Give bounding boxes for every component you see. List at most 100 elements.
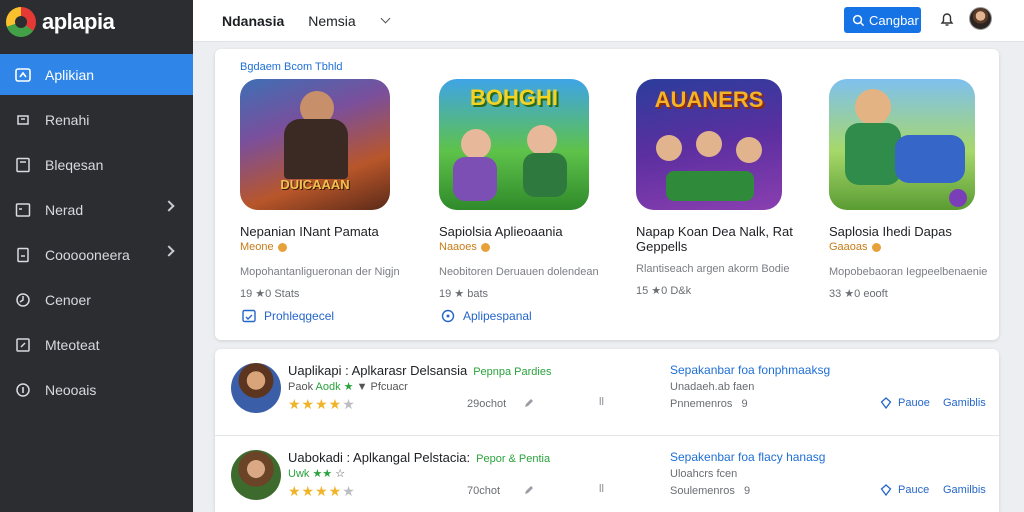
row-title: Uabokadi : Aplkangal Pelstacia: Pepor & P… [288,450,550,465]
app-name: Saplosia Ihedi Dapas [829,224,952,239]
row-meta: Uloahcrs fcen [670,468,738,480]
row-meta-2-label: Pnnemenros [670,398,733,410]
star-rating: ★★★★★ [288,483,356,499]
row-secondary-button[interactable]: Gamilbis [943,484,986,496]
row-meta-2: Pnnemenros 9 [670,398,748,410]
row-link[interactable]: Sepakanbar foa fonphmaaksg [670,363,830,377]
info-icon [15,382,31,398]
app-avatar [231,450,281,500]
sidebar-item-nerad[interactable]: Nerad [0,189,193,230]
sidebar-item-bleqesan[interactable]: Bleqesan [0,144,193,185]
edit-icon [15,337,31,353]
app-artwork-text: BOHGHI [470,85,558,110]
row-sub-rest: ▼ Pfcuacr [356,381,408,393]
brand-name: aplapia [42,9,115,34]
brand[interactable]: aplapia [0,0,193,44]
sidebar-item-label: Bleqesan [45,156,104,173]
app-desc: Neobitoren Deruauen dolendean [439,266,599,278]
list-item[interactable]: Uabokadi : Aplkangal Pelstacia: Pepor & P… [215,435,999,512]
row-meta-2-label: Soulemenros [670,485,735,497]
sidebar-item-mteoteat[interactable]: Mteoteat [0,324,193,365]
sidebar-item-label: Renahi [45,111,90,128]
sidebar-item-neooais[interactable]: Neooais [0,369,193,410]
app-card[interactable]: Saplosia Ihedi Dapas Gaaoas Mopobebaoran… [829,79,999,300]
app-desc: Mopobebaoran Iegpeelbenaenie [829,266,988,278]
row-title-text: Uaplikapi : Aplkarasr Delsansia [288,363,468,378]
row-subtitle: Uwk ★★ ☆ [288,467,345,480]
sidebar: aplapia Aplikian Renahi Bleqesan Nerad C… [0,0,193,512]
chevron-right-icon[interactable] [163,200,175,212]
row-action-button[interactable]: Pauce [880,484,929,496]
page-icon [15,157,31,173]
app-rating-label: Naaoes [439,241,477,253]
row-separator: ll [599,396,604,408]
app-window-icon [242,309,256,323]
box-icon [15,202,31,218]
coin-icon [277,242,287,252]
featured-link-1[interactable]: Prohleqgecel [242,309,334,323]
row-count: 70chot [467,485,501,497]
chevron-down-icon [380,13,391,24]
row-sub-rest: ☆ [335,468,346,480]
sidebar-item-label: Nerad [45,201,84,218]
row-title: Uaplikapi : Aplkarasr Delsansia Pepnpa Pa… [288,363,551,378]
sidebar-item-cenoer[interactable]: Cenoer [0,279,193,320]
app-artwork: BOHGHI [439,79,589,210]
app-rating: Gaaoas [829,241,999,253]
row-action-button[interactable]: Pauoe [880,397,930,409]
row-secondary-button[interactable]: Gamiblis [943,397,986,409]
row-link[interactable]: Sepakenbar foa flacy hanasg [670,450,825,464]
row-sub-prefix: Paok [288,381,314,393]
row-meta-2: Soulemenros 9 [670,485,750,497]
row-meta-2-num: 9 [744,485,751,497]
apps-icon [15,67,31,83]
row-subtitle: Paok Aodk ★ ▼ Pfcuacr [288,380,408,393]
app-stats: 19 ★ bats [439,288,489,300]
app-card[interactable]: BOHGHI Sapiolsia Aplieoaania Naaoes Neob… [439,79,609,300]
app-desc: Mopohantanligueronan der Nigjn [240,266,400,278]
shield-icon [880,484,892,496]
app-rating: Meone [240,241,410,253]
row-sub-green: Uwk ★★ [288,468,333,480]
bell-icon[interactable] [938,10,956,28]
chevron-right-icon[interactable] [163,245,175,257]
app-card[interactable]: DUICAAAN Nepanian INant Pamata Meone Mop… [240,79,410,300]
coin-icon [871,242,881,252]
avatar[interactable] [969,7,992,30]
region-select[interactable]: Nemsia [308,12,391,29]
star-rating: ★★★★★ [288,396,356,412]
row-meta-2-num: 9 [741,398,748,410]
app-artwork [829,79,975,210]
app-name: Sapiolsia Aplieoaania [439,224,563,239]
row-count: 29ochot [467,398,507,410]
app-artwork-text: AUANERS [654,87,764,112]
search-button[interactable]: Cangbar [844,7,921,33]
sidebar-item-label: Aplikian [45,66,95,83]
app-card[interactable]: AUANERS Napap Koan Dea Nalk, Rat Geppell… [636,79,806,297]
featured-title: Bgdaem Bcom Tbhld [240,61,343,73]
pencil-icon[interactable] [523,397,535,409]
sidebar-item-renahi[interactable]: Renahi [0,99,193,140]
document-icon [15,247,31,263]
app-stats: 19 ★0 Stats [240,288,300,300]
sidebar-item-aplikian[interactable]: Aplikian [0,54,193,95]
pencil-icon[interactable] [523,484,535,496]
featured-link-2[interactable]: Aplipespanal [441,309,532,323]
app-rating-label: Gaaoas [829,241,868,253]
region-select-value: Nemsia [308,12,356,29]
app-name: Nepanian INant Pamata [240,224,379,239]
app-stats: 15 ★0 D&k [636,285,692,297]
shield-icon [880,397,892,409]
featured-section: Bgdaem Bcom Tbhld DUICAAAN Nepanian INan… [215,49,999,340]
app-stats: 33 ★0 eooft [829,288,888,300]
row-title-text: Uabokadi : Aplkangal Pelstacia: [288,450,471,465]
list-item[interactable]: Uaplikapi : Aplkarasr Delsansia Pepnpa Pa… [215,349,999,433]
row-action-label: Pauoe [898,397,930,409]
app-artwork-text: DUICAAAN [280,177,350,192]
featured-link-2-label: Aplipespanal [463,309,532,323]
app-artwork: AUANERS [636,79,782,210]
brand-logo-icon [6,7,36,37]
row-tag: Pepor & Pentia [476,453,551,465]
featured-link-1-label: Prohleqgecel [264,309,335,323]
sidebar-item-coooooneera[interactable]: Coooooneera [0,234,193,275]
